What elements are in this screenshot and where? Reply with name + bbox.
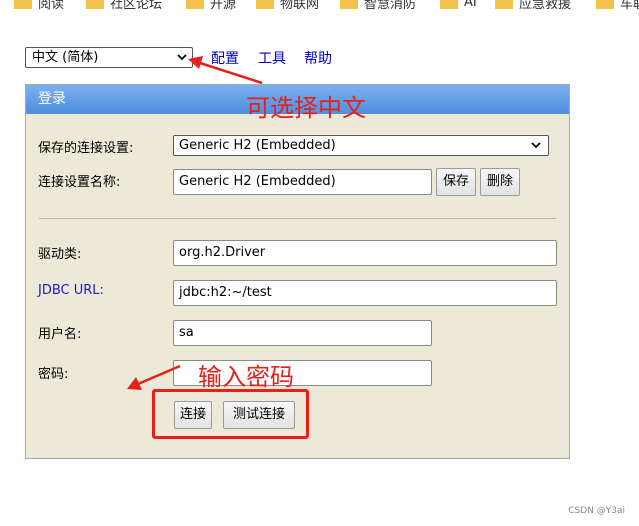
folder-icon [186, 0, 204, 9]
bookmarks-bar: 阅读 社区论坛 开源 物联网 智慧消防 AI 应急救援 车联 [0, 0, 639, 13]
bookmark-fire[interactable]: 智慧消防 [340, 0, 416, 13]
username-label: 用户名: [38, 327, 82, 342]
bookmark-label: 应急救援 [519, 0, 572, 12]
bookmark-rescue[interactable]: 应急救援 [495, 0, 571, 13]
annotation-select-chinese: 可选择中文 [246, 94, 366, 122]
driver-label: 驱动类: [38, 247, 82, 262]
folder-icon [495, 0, 513, 9]
bookmark-label: 阅读 [38, 0, 65, 12]
setting-name-label: 连接设置名称: [38, 175, 121, 190]
saved-settings-value: Generic H2 (Embedded) [179, 138, 336, 153]
divider [39, 218, 556, 219]
jdbc-url-field[interactable]: jdbc:h2:~/test [173, 280, 557, 306]
folder-icon [256, 0, 274, 9]
username-field[interactable]: sa [173, 320, 432, 346]
folder-icon [596, 0, 614, 9]
bookmark-label: 智慧消防 [364, 0, 417, 12]
bookmark-opensource[interactable]: 开源 [186, 0, 236, 13]
saved-settings-select[interactable]: Generic H2 (Embedded) [173, 135, 549, 156]
highlight-box [152, 389, 309, 439]
setting-name-field[interactable]: Generic H2 (Embedded) [173, 169, 432, 195]
bookmark-label: AI [464, 0, 477, 10]
bookmark-forum[interactable]: 社区论坛 [86, 0, 162, 13]
language-select-value: 中文 (简体) [32, 50, 99, 65]
watermark: CSDN @Y3ai [568, 506, 625, 516]
bookmark-label: 车联 [620, 0, 639, 12]
bookmark-vehicle[interactable]: 车联 [596, 0, 639, 13]
driver-field[interactable]: org.h2.Driver [173, 240, 557, 266]
folder-icon [14, 0, 32, 9]
bookmark-label: 物联网 [280, 0, 320, 12]
config-link[interactable]: 配置 [211, 48, 239, 68]
folder-icon [340, 0, 358, 9]
annotation-enter-password: 输入密码 [198, 363, 294, 391]
folder-icon [86, 0, 104, 9]
bookmark-label: 开源 [210, 0, 237, 12]
bookmark-iot[interactable]: 物联网 [256, 0, 319, 13]
help-link[interactable]: 帮助 [304, 48, 332, 68]
bookmark-reading[interactable]: 阅读 [14, 0, 64, 13]
bookmark-ai[interactable]: AI [440, 0, 477, 13]
password-label: 密码: [38, 367, 69, 382]
save-button[interactable]: 保存 [436, 168, 476, 196]
delete-button[interactable]: 删除 [480, 168, 520, 196]
language-select[interactable]: 中文 (简体) [25, 47, 193, 68]
tools-link[interactable]: 工具 [258, 48, 286, 68]
saved-settings-label: 保存的连接设置: [38, 141, 134, 156]
folder-icon [440, 0, 458, 9]
jdbc-url-label[interactable]: JDBC URL: [38, 283, 104, 298]
bookmark-label: 社区论坛 [110, 0, 163, 12]
chevron-down-icon [530, 138, 542, 158]
chevron-down-icon [176, 50, 188, 70]
